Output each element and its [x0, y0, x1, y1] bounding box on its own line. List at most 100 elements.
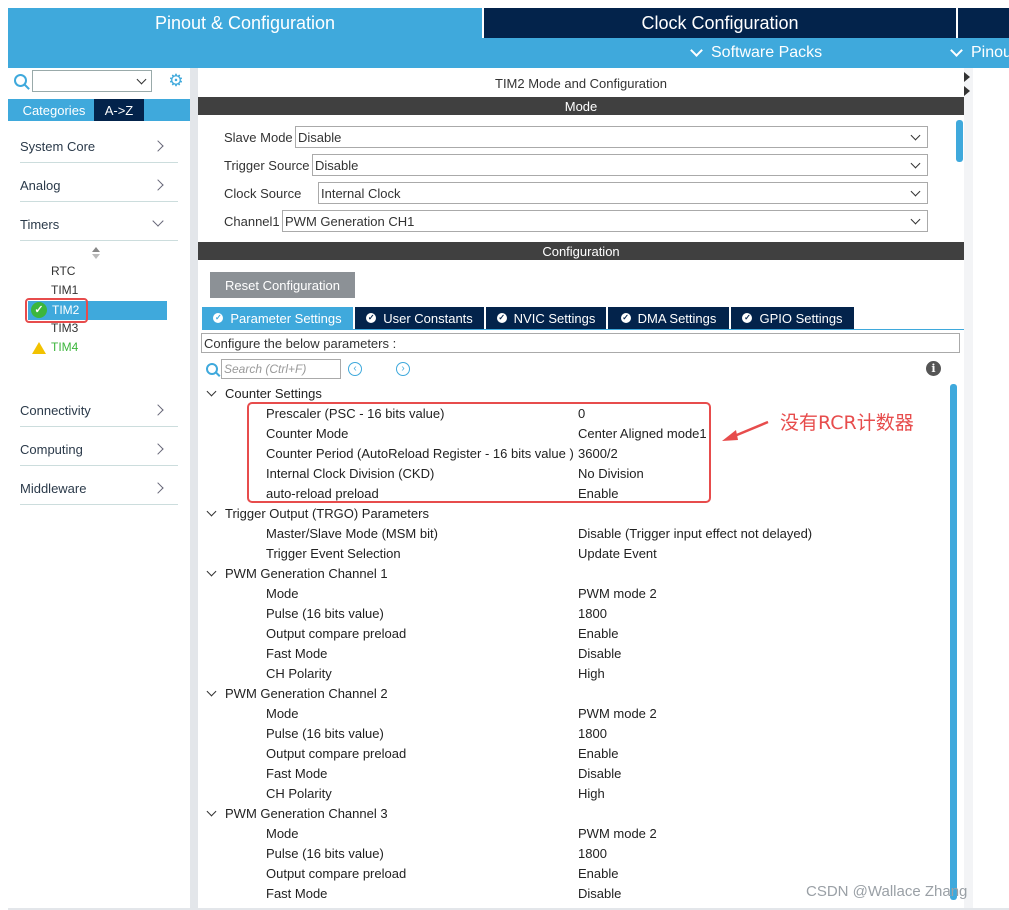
tabs-divider	[202, 329, 964, 330]
tab-pinout-configuration[interactable]: Pinout & Configuration	[8, 8, 482, 38]
right-gutter	[964, 68, 973, 910]
check-circle-icon: ✓	[366, 313, 377, 323]
info-icon[interactable]: i	[926, 361, 941, 376]
tab-categories[interactable]: Categories	[14, 99, 94, 121]
chevron-down-icon	[690, 44, 703, 57]
scroll-down-icon[interactable]	[92, 254, 100, 259]
configure-hint: Configure the below parameters :	[201, 333, 960, 353]
configuration-section-header: Configuration	[198, 242, 964, 260]
reset-configuration-button[interactable]: Reset Configuration	[210, 272, 355, 298]
collapse-arrow-icon[interactable]	[964, 72, 970, 82]
param-value[interactable]: 1800	[578, 723, 607, 743]
chevron-down-icon	[206, 506, 217, 516]
channel1-value: PWM Generation CH1	[285, 213, 415, 229]
mode-section-header: Mode	[198, 97, 964, 115]
sidebar-item-middleware[interactable]: Middleware	[20, 472, 178, 505]
param-value[interactable]: High	[578, 783, 605, 803]
warning-icon	[32, 342, 46, 354]
chevron-down-icon	[136, 74, 147, 85]
chevron-left-circle-icon[interactable]: ‹	[348, 362, 362, 376]
parameter-search-input[interactable]: Search (Ctrl+F)	[221, 359, 341, 379]
trigger-source-value: Disable	[315, 157, 359, 173]
gear-icon[interactable]: ⚙	[167, 72, 185, 90]
clock-source-select[interactable]: Internal Clock	[318, 182, 928, 204]
channel1-label: Channel1	[224, 213, 280, 229]
chevron-right-circle-icon[interactable]: ›	[396, 362, 410, 376]
category-tabs: Categories A->Z	[8, 99, 190, 121]
trigger-source-label: Trigger Source	[224, 157, 310, 173]
sidebar-item-label: Computing	[20, 441, 83, 457]
chevron-down-icon	[910, 186, 921, 197]
param-value[interactable]: Disable	[578, 643, 621, 663]
group-label: PWM Generation Channel 2	[225, 685, 388, 701]
parameters-scrollbar[interactable]	[950, 384, 957, 900]
page-title: TIM2 Mode and Configuration	[495, 75, 667, 91]
tab-tools[interactable]	[958, 8, 1009, 38]
param-label: Fast Mode	[266, 885, 328, 901]
slave-mode-select[interactable]: Disable	[295, 126, 928, 148]
tab-user-constants[interactable]: ✓ User Constants	[355, 307, 484, 329]
timer-item-tim3[interactable]: TIM3	[51, 319, 78, 338]
param-label: CH Polarity	[266, 785, 332, 801]
tab-dma-settings[interactable]: ✓ DMA Settings	[608, 307, 729, 329]
param-value[interactable]: High	[578, 663, 605, 683]
tab-nvic-settings[interactable]: ✓ NVIC Settings	[486, 307, 606, 329]
mode-scrollbar[interactable]	[956, 120, 963, 162]
param-value[interactable]: Update Event	[578, 543, 657, 563]
param-value[interactable]: Disable	[578, 883, 621, 903]
group-counter-settings[interactable]: Counter Settings	[206, 383, 322, 403]
tab-gpio-settings[interactable]: ✓ GPIO Settings	[731, 307, 854, 329]
sidebar-item-connectivity[interactable]: Connectivity	[20, 394, 178, 427]
panel-splitter[interactable]	[190, 68, 198, 910]
tab-parameter-settings[interactable]: ✓ Parameter Settings	[202, 307, 353, 329]
param-label: Trigger Event Selection	[266, 545, 401, 561]
trigger-source-select[interactable]: Disable	[312, 154, 928, 176]
param-label: Pulse (16 bits value)	[266, 725, 384, 741]
sidebar-item-timers[interactable]: Timers	[20, 208, 178, 241]
sidebar-item-computing[interactable]: Computing	[20, 433, 178, 466]
sidebar-item-analog[interactable]: Analog	[20, 169, 178, 202]
scroll-up-icon[interactable]	[92, 247, 100, 252]
param-value[interactable]: PWM mode 2	[578, 823, 657, 843]
param-value[interactable]: Enable	[578, 743, 618, 763]
param-label: Pulse (16 bits value)	[266, 845, 384, 861]
group-label: Trigger Output (TRGO) Parameters	[225, 505, 429, 521]
category-search-select[interactable]	[32, 70, 152, 92]
annotation-text: 没有RCR计数器	[780, 412, 914, 434]
collapse-arrow-icon[interactable]	[964, 86, 970, 96]
sidebar-item-label: Analog	[20, 177, 61, 193]
tab-a-to-z[interactable]: A->Z	[94, 99, 144, 121]
param-value[interactable]: Enable	[578, 623, 618, 643]
group-pwm-channel-2[interactable]: PWM Generation Channel 2	[206, 683, 388, 703]
param-value[interactable]: Enable	[578, 863, 618, 883]
channel1-select[interactable]: PWM Generation CH1	[282, 210, 928, 232]
group-pwm-channel-1[interactable]: PWM Generation Channel 1	[206, 563, 388, 583]
tab-label: NVIC Settings	[513, 310, 596, 326]
param-value[interactable]: Disable	[578, 763, 621, 783]
clock-source-label: Clock Source	[224, 185, 302, 201]
chevron-down-icon	[206, 806, 217, 816]
highlight-box-counter-settings	[247, 402, 711, 503]
tab-label: Parameter Settings	[230, 310, 342, 326]
param-value[interactable]: 1800	[578, 843, 607, 863]
timer-item-rtc[interactable]: RTC	[51, 262, 75, 281]
pinout-menu[interactable]: Pinout	[950, 38, 1009, 68]
annotation-arrow	[722, 420, 769, 441]
chevron-down-icon	[206, 686, 217, 696]
group-pwm-channel-3[interactable]: PWM Generation Channel 3	[206, 803, 388, 823]
param-value[interactable]: PWM mode 2	[578, 703, 657, 723]
timer-item-tim4[interactable]: TIM4	[51, 338, 78, 357]
param-value[interactable]: 1800	[578, 603, 607, 623]
chevron-right-icon	[152, 443, 164, 455]
software-packs-menu[interactable]: Software Packs	[690, 38, 822, 68]
sub-menu-bar: Software Packs Pinout	[8, 38, 1009, 68]
check-circle-icon: ✓	[620, 313, 631, 323]
tab-clock-configuration[interactable]: Clock Configuration	[484, 8, 956, 38]
param-value[interactable]: Disable (Trigger input effect not delaye…	[578, 523, 812, 543]
tab-label: DMA Settings	[637, 310, 717, 326]
chevron-right-icon	[152, 179, 164, 191]
chevron-right-icon	[152, 404, 164, 416]
param-value[interactable]: PWM mode 2	[578, 583, 657, 603]
group-trgo-parameters[interactable]: Trigger Output (TRGO) Parameters	[206, 503, 429, 523]
sidebar-item-system-core[interactable]: System Core	[20, 130, 178, 163]
